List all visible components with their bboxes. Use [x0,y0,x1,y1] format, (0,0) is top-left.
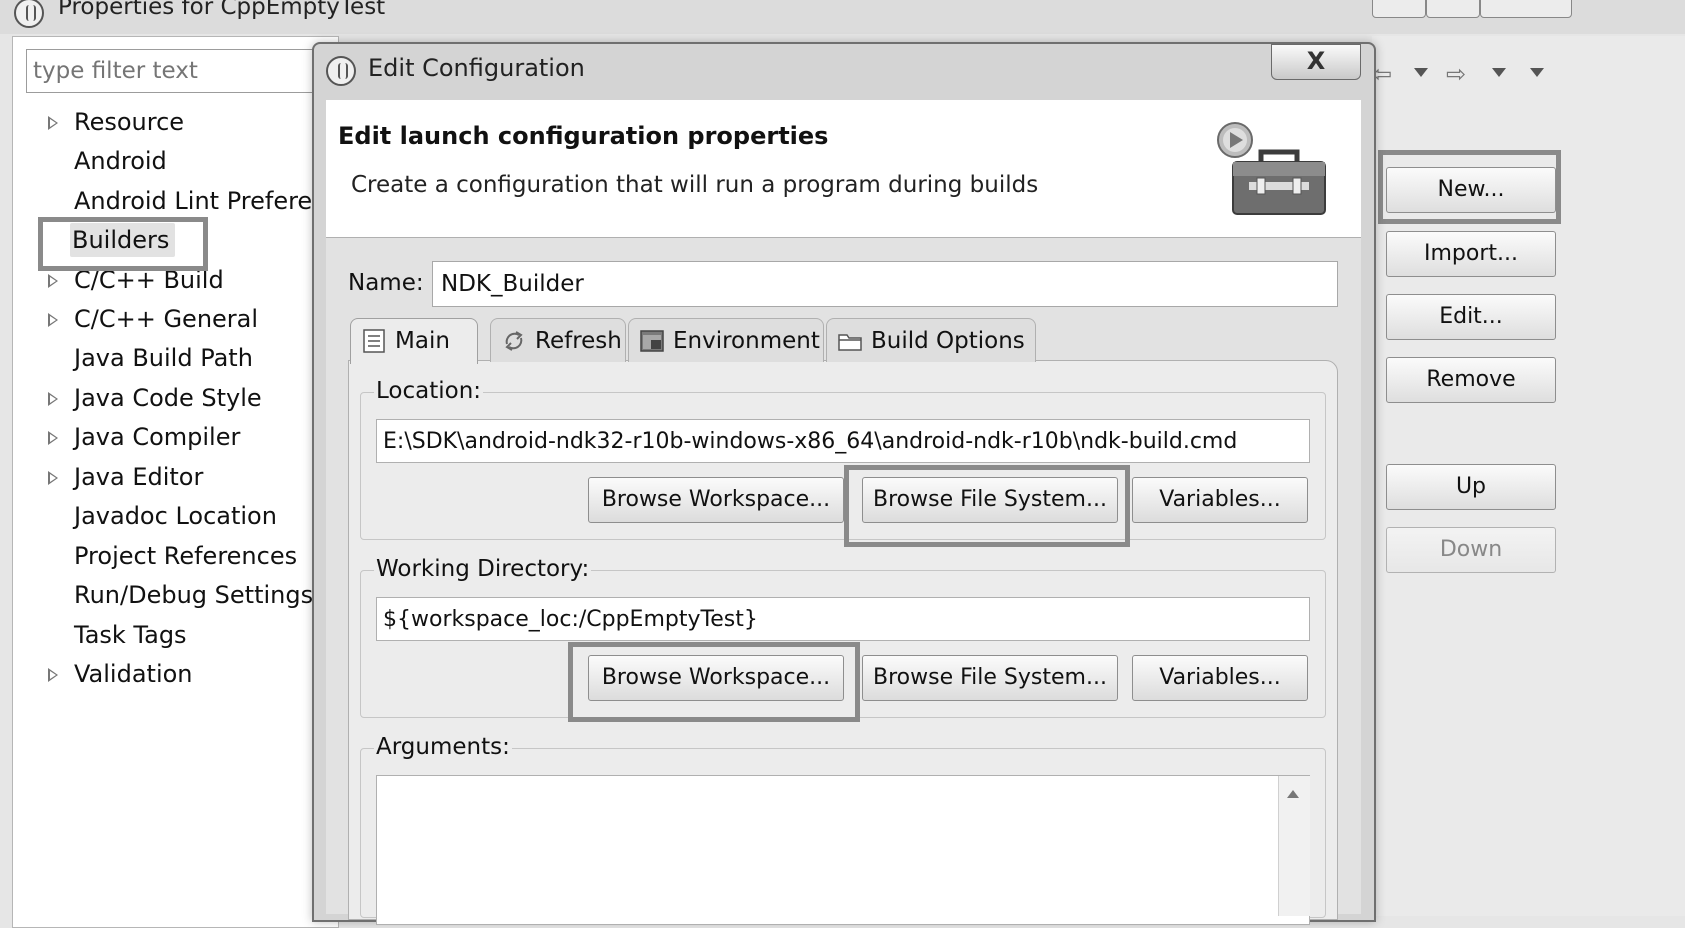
tab-environment-label: Environment [673,328,820,354]
tree-item-android[interactable]: Android [74,146,167,176]
move-down-button: Down [1386,527,1556,573]
expand-arrow-icon[interactable] [48,116,58,130]
expand-arrow-icon[interactable] [48,471,58,485]
location-browse-workspace-button[interactable]: Browse Workspace... [588,477,844,523]
edit-builder-button[interactable]: Edit... [1386,294,1556,340]
back-dropdown-icon[interactable] [1414,68,1428,77]
document-icon [363,329,385,353]
expand-arrow-icon[interactable] [48,274,58,288]
expand-arrow-icon[interactable] [48,668,58,682]
name-label: Name: [348,270,424,296]
filter-text-input[interactable] [26,49,356,93]
working-directory-variables-button[interactable]: Variables... [1132,655,1308,701]
expand-arrow-icon[interactable] [48,431,58,445]
location-input[interactable] [376,419,1310,463]
location-label: Location: [374,378,484,404]
tab-main[interactable]: Main [350,318,478,364]
dialog-banner [326,100,1361,238]
builders-highlight-box [38,217,208,271]
dialog-title: Edit Configuration [368,54,585,82]
tree-item-android-lint-preferences[interactable]: Android Lint Preferer [74,186,322,216]
configuration-name-input[interactable] [432,261,1338,307]
window-close-button[interactable] [1480,0,1572,18]
refresh-icon [505,331,523,351]
scroll-up-arrow-icon[interactable] [1287,790,1299,798]
tab-main-label: Main [395,328,450,354]
folder-icon [838,334,862,351]
tree-item-cpp-general[interactable]: C/C++ General [48,304,258,334]
expand-arrow-icon[interactable] [48,313,58,327]
tree-item-java-code-style[interactable]: Java Code Style [48,383,262,413]
remove-builder-button[interactable]: Remove [1386,357,1556,403]
maximize-button[interactable] [1426,0,1480,18]
banner-title: Edit launch configuration properties [338,122,829,150]
working-directory-browse-file-system-button[interactable]: Browse File System... [862,655,1118,701]
view-menu-icon[interactable] [1530,68,1544,77]
tree-item-java-compiler[interactable]: Java Compiler [48,422,240,452]
tab-build-options[interactable]: Build Options [826,318,1036,362]
tree-item-run-debug-settings[interactable]: Run/Debug Settings [74,580,313,610]
tree-item-java-editor[interactable]: Java Editor [48,462,203,492]
tab-environment[interactable]: Environment [628,318,824,362]
minimize-button[interactable] [1372,0,1426,18]
import-builder-button[interactable]: Import... [1386,231,1556,277]
arguments-textarea[interactable] [376,775,1310,925]
properties-window-title: Properties for CppEmptyTest [58,0,386,20]
tree-item-resource[interactable]: Resource [48,107,184,137]
eclipse-dialog-icon [326,56,356,86]
expand-arrow-icon[interactable] [48,392,58,406]
move-up-button[interactable]: Up [1386,464,1556,510]
tree-item-javadoc-location[interactable]: Javadoc Location [74,501,277,531]
arguments-label: Arguments: [374,734,512,760]
browse-file-system-highlight-box [844,465,1130,547]
banner-description: Create a configuration that will run a p… [351,172,1039,198]
tab-build-options-label: Build Options [871,328,1025,354]
tree-item-project-references[interactable]: Project References [74,541,297,571]
environment-icon [640,330,664,352]
working-directory-label: Working Directory: [374,556,592,582]
tree-item-java-build-path[interactable]: Java Build Path [74,343,253,373]
dialog-close-button[interactable]: X [1271,44,1361,80]
location-variables-button[interactable]: Variables... [1132,477,1308,523]
forward-arrow-icon[interactable]: ⇨ [1446,60,1466,88]
new-button-highlight-box [1378,150,1561,224]
browse-workspace-highlight-box [568,642,860,722]
toolbox-run-icon [1217,122,1326,215]
tab-refresh-label: Refresh [535,328,622,354]
tree-item-task-tags[interactable]: Task Tags [74,620,187,650]
working-directory-input[interactable] [376,597,1310,641]
tree-item-validation[interactable]: Validation [48,659,193,689]
forward-dropdown-icon[interactable] [1492,68,1506,77]
tab-refresh[interactable]: Refresh [490,318,626,362]
